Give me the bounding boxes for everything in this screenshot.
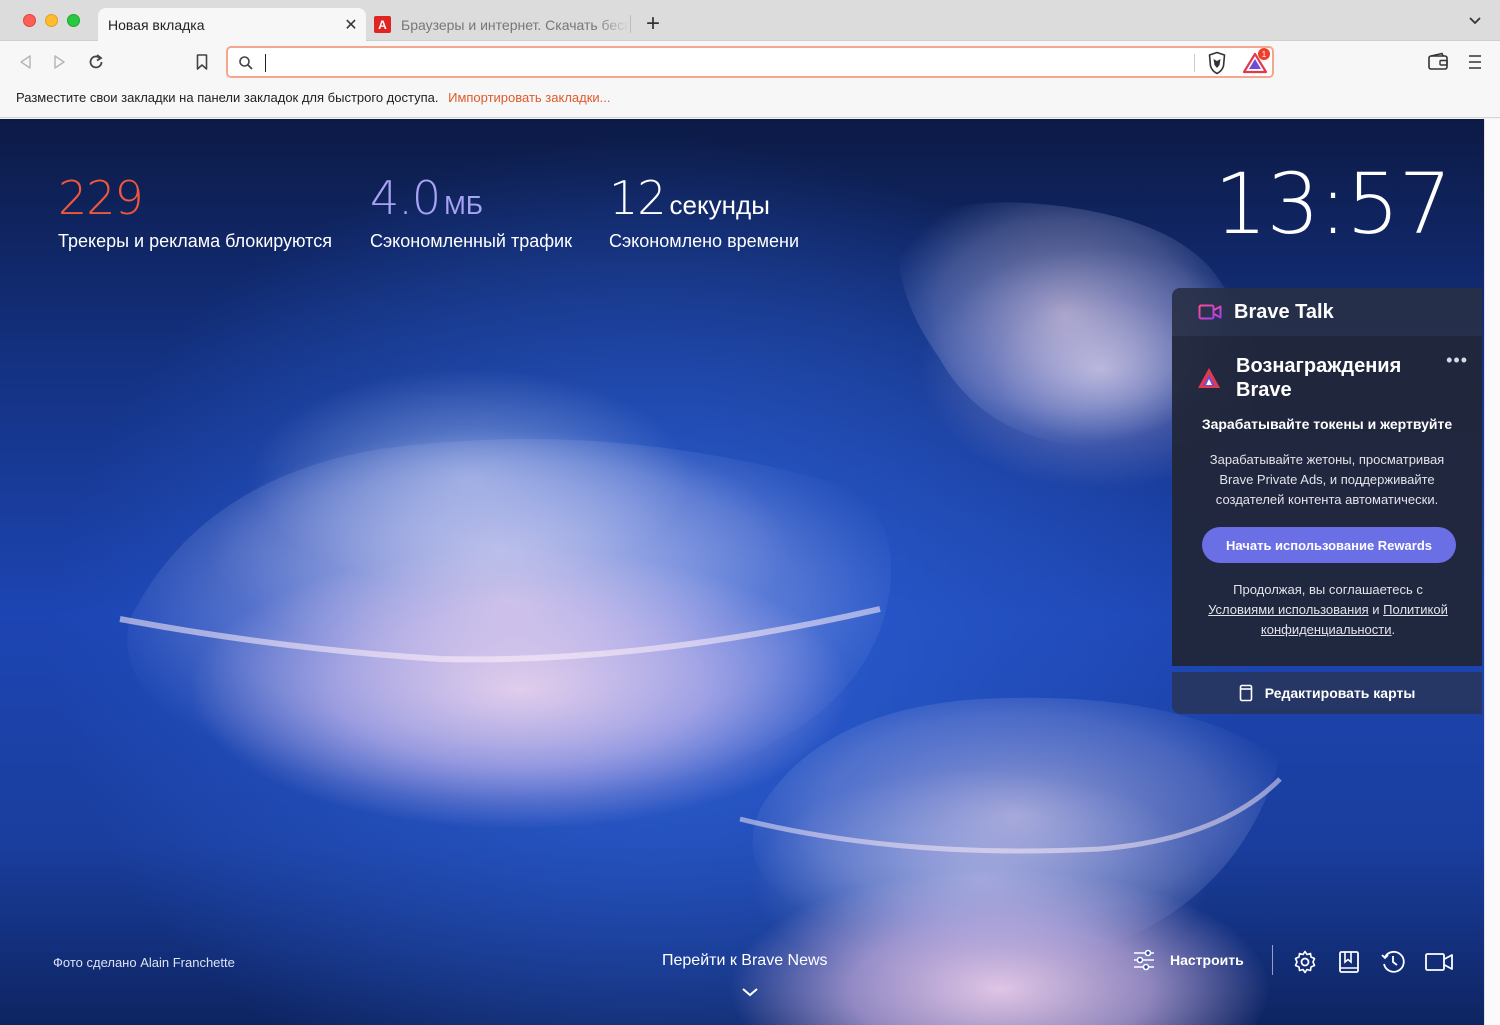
page-scrollbar[interactable] [1484,119,1500,1025]
video-camera-icon [1198,304,1222,320]
brave-talk-label: Brave Talk [1234,300,1334,323]
tab-list-chevron-icon[interactable] [1468,14,1482,29]
edit-cards-icon [1239,684,1253,702]
tab-title: Браузеры и интернет. Скачать бесплатно [401,16,630,33]
terms-suffix: . [1391,622,1396,637]
bandwidth-label: Сэкономленный трафик [370,231,572,251]
tab-title: Новая вкладка [108,16,205,33]
clock[interactable]: 13:57 [1214,155,1452,253]
rewards-terms: Продолжая, вы соглашаетесь с Условиями и… [1186,580,1470,640]
tab-new-tab[interactable]: Новая вкладка ✕ [98,8,366,41]
new-tab-button[interactable]: + [640,12,666,38]
bookmarks-icon[interactable] [1336,949,1362,975]
time-value: 12 [609,171,667,225]
tab-strip: Новая вкладка ✕ A Браузеры и интернет. С… [0,0,1500,41]
bandwidth-unit: МБ [444,190,483,220]
time-unit: секунды [669,190,770,220]
reload-icon [89,54,103,69]
rewards-header: Вознаграждения Brave [1196,354,1426,402]
time-label: Сэкономлено времени [609,231,800,251]
window-close-button[interactable] [23,14,36,27]
reload-button[interactable] [85,51,107,73]
chevron-down-icon[interactable] [740,985,760,999]
import-bookmarks-link[interactable]: Импортировать закладки... [448,90,610,105]
window-minimize-button[interactable] [45,14,58,27]
bookmarks-hint-text: Разместите свои закладки на панели закла… [16,90,439,105]
bookmark-button[interactable] [191,51,213,73]
brave-talk-icon[interactable] [1424,949,1454,975]
toolbar: 1 [0,41,1500,83]
address-input[interactable] [264,52,1184,74]
brave-rewards-card: Вознаграждения Brave ••• Зарабатывайте т… [1172,336,1482,666]
hamburger-menu-icon[interactable] [1466,51,1484,73]
site-favicon-icon: A [374,16,391,33]
brave-shields-icon[interactable] [1206,51,1228,75]
brave-news-link[interactable]: Перейти к Brave News [662,952,828,970]
rewards-description: Зарабатывайте жетоны, просматривая Brave… [1209,452,1445,507]
bandwidth-value: 4.0 [370,171,441,225]
history-icon[interactable] [1380,949,1406,975]
terms-and: и [1372,602,1380,617]
stat-trackers-blocked: 229 Трекеры и реклама блокируются [58,171,332,252]
customize-button[interactable]: Настроить [1132,949,1244,971]
forward-button[interactable] [49,51,71,73]
edit-cards-label: Редактировать карты [1264,685,1416,701]
bookmark-icon [196,54,208,70]
new-tab-page: 229 Трекеры и реклама блокируются 4.0 МБ … [0,119,1484,1025]
trackers-label: Трекеры и реклама блокируются [58,231,332,251]
tab-browsers[interactable]: A Браузеры и интернет. Скачать бесплатно [366,8,630,41]
stat-time-saved: 12 секунды Сэкономлено времени [609,171,799,252]
address-bar[interactable]: 1 [226,46,1274,78]
rewards-notification-badge: 1 [1258,48,1270,60]
stat-bandwidth-saved: 4.0 МБ Сэкономленный трафик [370,171,572,252]
terms-of-use-link[interactable]: Условиями использования [1208,602,1369,617]
trackers-count: 229 [58,171,144,225]
terms-prefix: Продолжая, вы соглашаетесь с [1233,582,1423,597]
forward-icon [54,55,65,69]
start-rewards-button[interactable]: Начать использование Rewards [1202,527,1456,563]
customize-label: Настроить [1170,952,1244,968]
photo-credit[interactable]: Фото сделано Alain Franchette [53,955,235,970]
search-icon [239,56,253,70]
settings-gear-icon[interactable] [1292,949,1318,975]
rewards-subtitle: Зарабатывайте токены и жертвуйте [1201,416,1453,432]
wallet-icon[interactable] [1427,51,1449,73]
rewards-title: Вознаграждения Brave [1236,355,1402,401]
tab-separator [630,15,631,33]
back-button[interactable] [14,51,36,73]
back-icon [20,55,31,69]
bookmarks-bar: Разместите свои закладки на панели закла… [0,83,1500,118]
bottom-bar-separator [1272,945,1273,975]
address-bar-separator [1194,54,1195,72]
tab-close-icon[interactable]: ✕ [340,14,362,36]
window-zoom-button[interactable] [67,14,80,27]
more-options-icon[interactable]: ••• [1446,350,1468,371]
sliders-icon [1134,949,1154,971]
brave-rewards-logo-icon [1198,368,1220,388]
brave-talk-card[interactable]: Brave Talk [1172,288,1482,336]
edit-cards-button[interactable]: Редактировать карты [1172,672,1482,714]
text-caret [265,54,266,72]
